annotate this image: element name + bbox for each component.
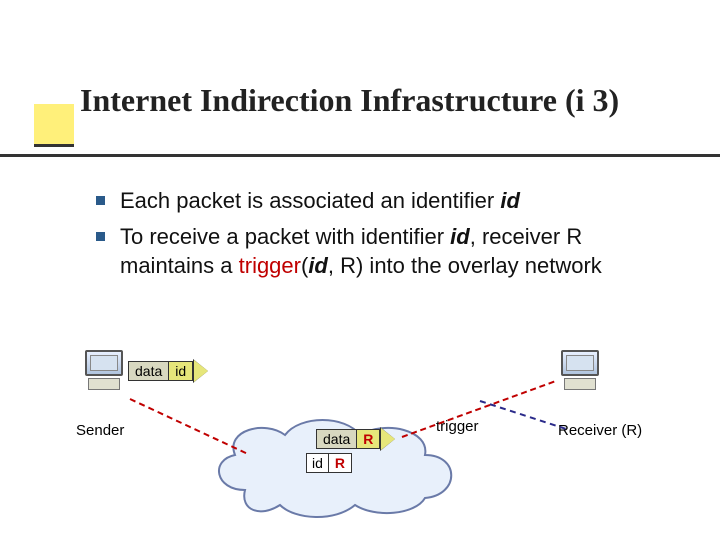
receiver-label: Receiver (R) xyxy=(558,422,642,439)
sender-computer-icon xyxy=(82,350,126,394)
divider-short xyxy=(34,144,74,147)
forwarded-packet-arrow: data R xyxy=(316,428,395,450)
packet-data: data xyxy=(128,361,169,381)
path-receiver-to-trigger xyxy=(480,400,566,430)
bullet-2: To receive a packet with identifier id, … xyxy=(120,222,680,281)
trigger-entry: id R xyxy=(306,452,352,474)
bullet-2-id1: id xyxy=(450,224,470,249)
slide-accent xyxy=(34,104,74,144)
trigger-entry-r: R xyxy=(329,453,352,473)
trigger-entry-id: id xyxy=(306,453,329,473)
bullet-1-id: id xyxy=(500,188,520,213)
receiver-computer-icon xyxy=(558,350,602,394)
bullet-2-post: , R) into the overlay network xyxy=(328,253,602,278)
bullet-list: Each packet is associated an identifier … xyxy=(120,186,680,287)
slide-title: Internet Indirection Infrastructure (i 3… xyxy=(80,82,619,119)
forwarded-packet-data: data xyxy=(316,429,357,449)
bullet-1-text: Each packet is associated an identifier xyxy=(120,188,500,213)
bullet-2-id2: id xyxy=(308,253,328,278)
sender-label: Sender xyxy=(76,422,124,439)
divider-main xyxy=(0,154,720,157)
packet-id: id xyxy=(169,361,193,381)
forwarded-packet-r: R xyxy=(357,429,380,449)
bullet-1: Each packet is associated an identifier … xyxy=(120,186,680,216)
packet-arrow: data id xyxy=(128,360,208,382)
diagram: Sender Receiver (R) trigger data id data… xyxy=(0,350,720,540)
bullet-2-trigger: trigger xyxy=(239,253,301,278)
bullet-2-pre: To receive a packet with identifier xyxy=(120,224,450,249)
